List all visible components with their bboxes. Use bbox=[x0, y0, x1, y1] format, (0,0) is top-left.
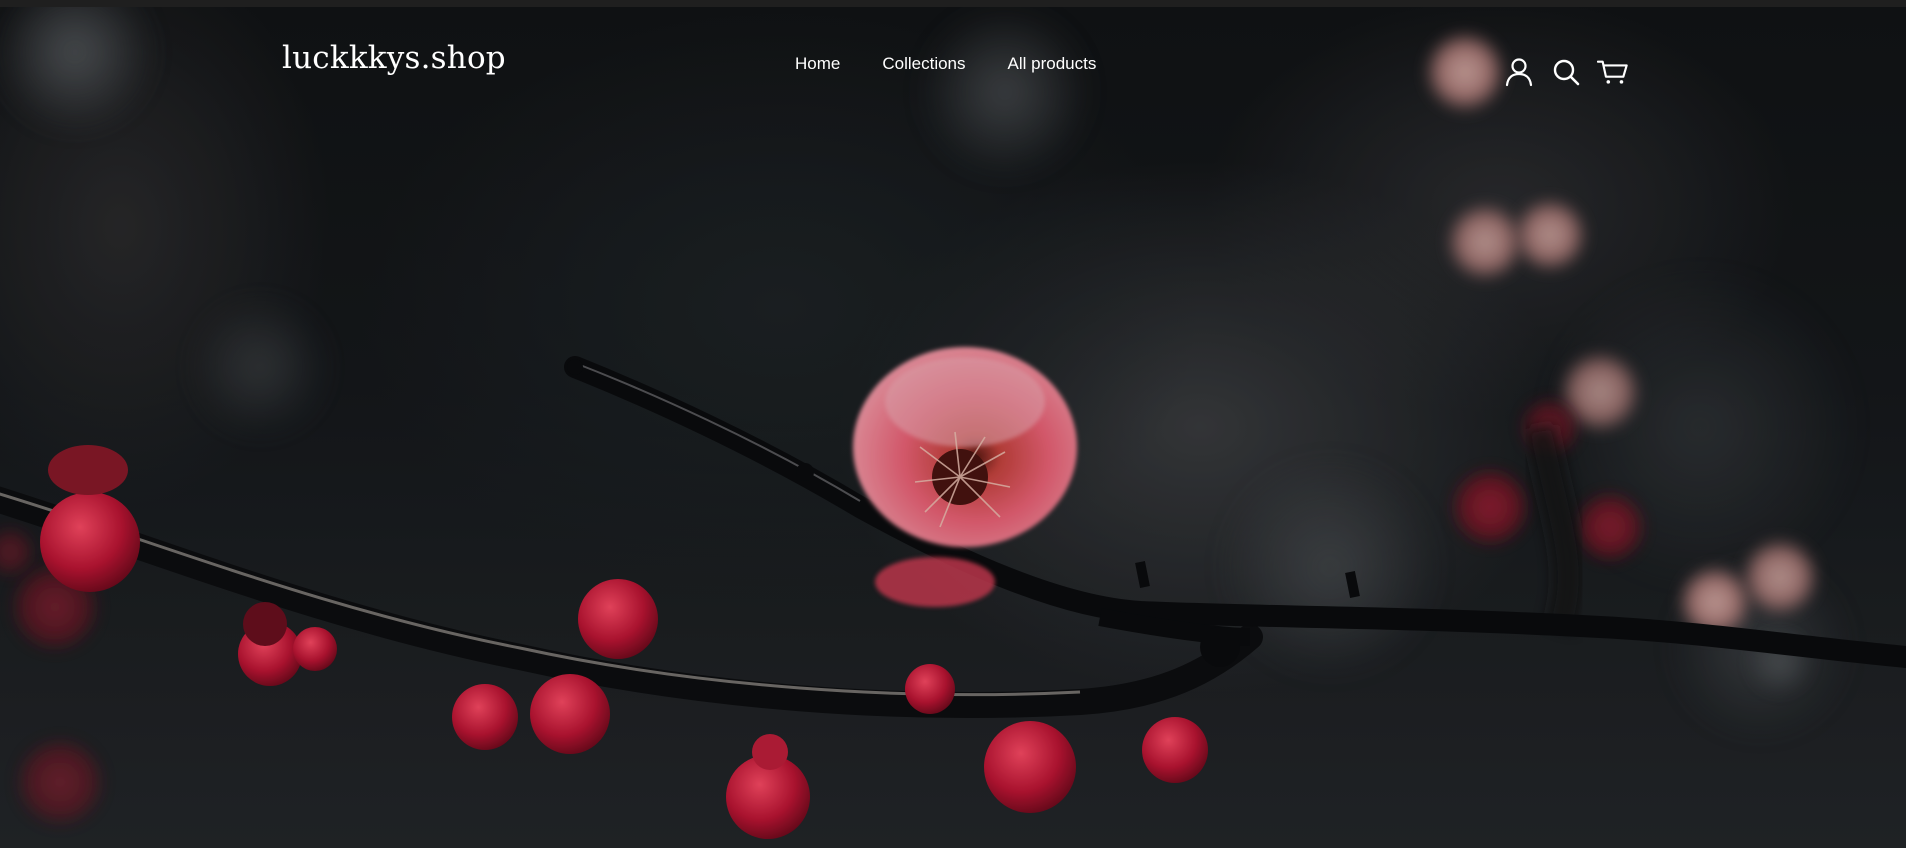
hero-image-plum-blossom-branch bbox=[0, 7, 1906, 839]
cart-icon bbox=[1597, 60, 1628, 84]
nav-all-products-link[interactable]: All products bbox=[1008, 54, 1097, 74]
main-navigation: Home Collections All products bbox=[795, 54, 1138, 74]
hero-banner bbox=[0, 7, 1906, 848]
search-icon bbox=[1553, 59, 1580, 86]
store-logo[interactable]: luckkkys.shop bbox=[282, 40, 506, 76]
page: luckkkys.shop Home Collections All produ… bbox=[0, 0, 1906, 848]
site-header: luckkkys.shop Home Collections All produ… bbox=[0, 7, 1906, 117]
nav-collections-link[interactable]: Collections bbox=[882, 54, 965, 74]
cart-button[interactable] bbox=[1597, 56, 1629, 88]
browser-top-edge bbox=[0, 0, 1906, 7]
account-icon bbox=[1505, 58, 1533, 87]
search-button[interactable] bbox=[1550, 56, 1582, 88]
nav-home-link[interactable]: Home bbox=[795, 54, 840, 74]
account-button[interactable] bbox=[1503, 56, 1535, 88]
